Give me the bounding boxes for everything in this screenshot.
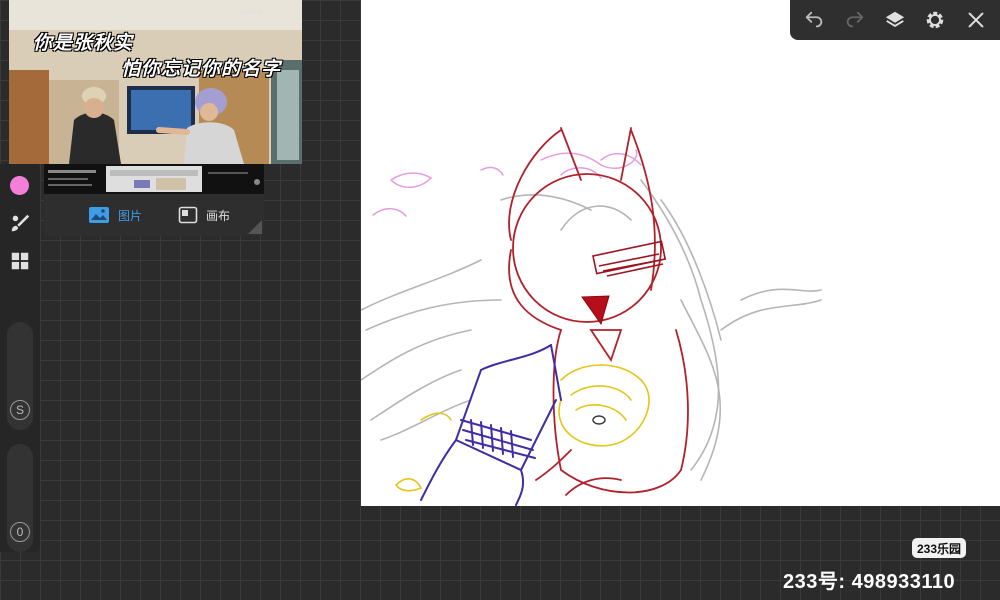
undo-icon bbox=[805, 11, 823, 28]
redo-icon bbox=[846, 11, 863, 28]
reference-video-frame bbox=[9, 0, 302, 164]
drawing-canvas[interactable] bbox=[361, 0, 1000, 506]
settings-icon bbox=[927, 11, 944, 29]
layers-icon bbox=[885, 11, 905, 27]
subtitle-line-1: 你是张秋实 bbox=[33, 33, 134, 54]
left-toolbar: S 0 bbox=[0, 164, 40, 552]
top-toolbar bbox=[790, 0, 1000, 40]
subtitle-line-2: 怕你忘记你的名字 bbox=[121, 59, 282, 80]
sketch-drawing bbox=[361, 127, 822, 506]
resize-handle-icon[interactable] bbox=[248, 220, 262, 234]
reference-image-panel[interactable]: 你是张秋实 怕你忘记你的名字 bilibili bbox=[9, 0, 302, 164]
color-picker-button[interactable] bbox=[10, 176, 29, 195]
user-id-text: 233号: 498933110 bbox=[783, 571, 956, 593]
settings-button[interactable] bbox=[920, 5, 950, 35]
video-watermark: bilibili bbox=[241, 6, 264, 16]
close-icon bbox=[968, 12, 984, 28]
brush-icon[interactable] bbox=[9, 212, 31, 234]
opacity-knob[interactable]: 0 bbox=[10, 522, 30, 542]
canvas-option[interactable]: 画布 bbox=[178, 204, 230, 226]
image-option-label: 图片 bbox=[118, 208, 143, 223]
brand-logo: 233乐园 bbox=[912, 538, 967, 558]
thumbnail-preview bbox=[44, 164, 264, 194]
brush-size-slider[interactable]: S bbox=[7, 322, 33, 430]
canvas-option-label: 画布 bbox=[206, 208, 231, 223]
grid-tools-icon[interactable] bbox=[9, 250, 31, 272]
opacity-slider[interactable]: 0 bbox=[7, 444, 33, 552]
close-button[interactable] bbox=[961, 5, 991, 35]
brush-size-knob[interactable]: S bbox=[10, 400, 30, 420]
redo-button[interactable] bbox=[840, 5, 870, 35]
reference-thumbnail-strip[interactable] bbox=[44, 164, 264, 194]
undo-button[interactable] bbox=[799, 5, 829, 35]
reference-menu: 图片 画布 bbox=[44, 194, 264, 236]
image-icon bbox=[89, 207, 109, 223]
canvas-icon bbox=[178, 206, 198, 224]
image-option[interactable]: 图片 bbox=[88, 204, 142, 226]
layers-button[interactable] bbox=[880, 5, 910, 35]
